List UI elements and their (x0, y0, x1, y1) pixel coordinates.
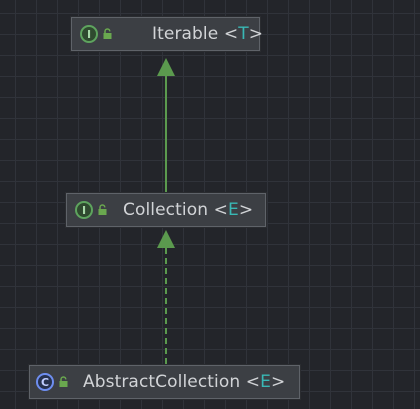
class-name: Collection (123, 200, 209, 220)
arrowhead-icon (157, 230, 175, 248)
node-collection[interactable]: I Collection <E> (66, 193, 266, 227)
type-open: < (245, 372, 261, 392)
class-name: Iterable (152, 24, 219, 44)
node-icons: I (80, 25, 114, 43)
type-parameter: E (227, 200, 239, 220)
node-abstract-collection[interactable]: C AbstractCollection <E> (29, 365, 300, 399)
type-close: > (238, 200, 254, 220)
node-title: AbstractCollection <E> (83, 372, 285, 392)
type-open: < (213, 200, 228, 220)
type-close: > (270, 372, 286, 392)
type-parameter: E (260, 372, 271, 392)
type-parameter: T (238, 24, 249, 44)
interface-icon: I (75, 201, 93, 219)
class-name: AbstractCollection (83, 372, 241, 392)
node-iterable[interactable]: I Iterable <T> (71, 17, 263, 51)
node-title: Collection <E> (123, 200, 253, 220)
edge-collection-extends-iterable (157, 58, 175, 192)
node-title: Iterable <T> (152, 24, 263, 44)
edge-abstractcollection-implements-collection (157, 230, 175, 364)
lock-open-icon (97, 204, 109, 216)
lock-open-icon (102, 28, 114, 40)
lock-open-icon (58, 376, 70, 388)
interface-icon: I (80, 25, 98, 43)
class-icon: C (36, 373, 54, 391)
type-close: > (248, 24, 264, 44)
uml-diagram-canvas: I Iterable <T> I Collection <E> C Abstra… (0, 0, 420, 409)
arrowhead-icon (157, 58, 175, 76)
type-open: < (223, 24, 239, 44)
node-icons: C (36, 373, 70, 391)
node-icons: I (75, 201, 109, 219)
